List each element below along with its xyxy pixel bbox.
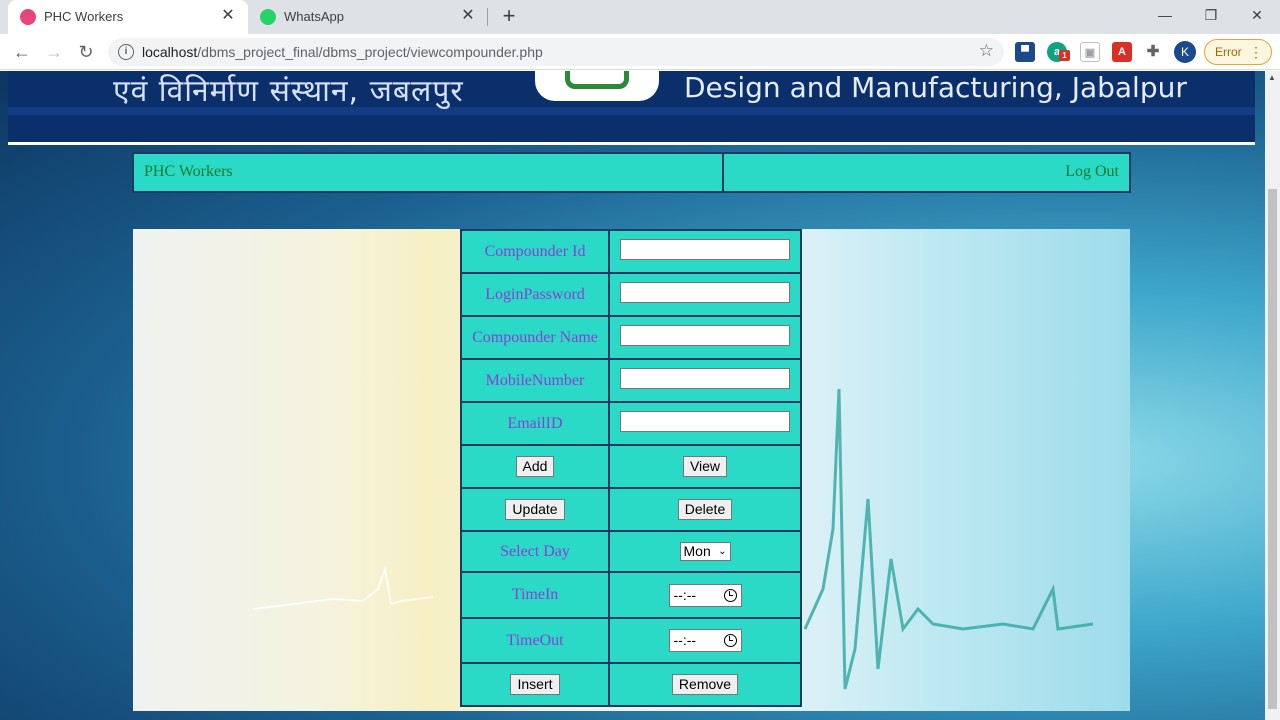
time-in-label: TimeIn bbox=[460, 571, 610, 619]
time-in-value: --:-- bbox=[673, 586, 697, 603]
close-tab-icon[interactable]: ✕ bbox=[458, 6, 478, 26]
time-out-input[interactable]: --:-- bbox=[668, 629, 742, 652]
update-button[interactable]: Update bbox=[505, 499, 565, 520]
view-button[interactable]: View bbox=[682, 456, 728, 477]
reload-button[interactable]: ↻ bbox=[74, 40, 98, 64]
ecg-line-right bbox=[803, 388, 1094, 690]
mobile-number-input[interactable] bbox=[620, 367, 790, 389]
whatsapp-icon bbox=[260, 9, 276, 25]
banner-hindi-text: एवं विनिर्माण संस्थान, जबलपुर bbox=[113, 74, 464, 109]
page-scrollbar[interactable]: ▲ bbox=[1265, 71, 1280, 720]
tab-divider bbox=[487, 8, 488, 26]
logo-mark bbox=[565, 71, 629, 89]
compounder-name-input[interactable] bbox=[620, 324, 790, 346]
extension-page-icon[interactable]: ▣ bbox=[1080, 42, 1100, 62]
logout-link[interactable]: Log Out bbox=[1065, 163, 1119, 180]
tab-title: WhatsApp bbox=[284, 9, 344, 24]
new-tab-button[interactable]: + bbox=[497, 4, 521, 28]
profile-avatar[interactable]: K bbox=[1174, 41, 1196, 63]
back-button[interactable]: ← bbox=[10, 40, 34, 64]
table-row: Compounder Id bbox=[460, 229, 802, 274]
table-row: Add View bbox=[460, 444, 802, 489]
table-row: LoginPassword bbox=[460, 272, 802, 317]
bookmark-star-icon[interactable]: ☆ bbox=[979, 41, 994, 61]
error-label: Error bbox=[1215, 45, 1242, 59]
compounder-id-input[interactable] bbox=[620, 238, 790, 260]
time-out-value: --:-- bbox=[673, 632, 697, 648]
day-select[interactable]: Mon ⌄ bbox=[679, 542, 731, 561]
minimize-button[interactable]: — bbox=[1142, 0, 1188, 30]
url-text: localhost/dbms_project_final/dbms_projec… bbox=[142, 44, 543, 60]
login-password-label: LoginPassword bbox=[460, 272, 610, 317]
table-row: Update Delete bbox=[460, 487, 802, 532]
table-row: TimeOut --:-- bbox=[460, 617, 802, 664]
chevron-down-icon: ⌄ bbox=[718, 546, 727, 557]
extension-badge: 1 bbox=[1059, 50, 1070, 61]
table-row: Insert Remove bbox=[460, 662, 802, 707]
update-error-button[interactable]: Error ⋮ bbox=[1204, 39, 1272, 65]
select-day-label: Select Day bbox=[460, 530, 610, 573]
tab-title: PHC Workers bbox=[44, 9, 124, 24]
tab-phc-workers[interactable]: PHC Workers ✕ bbox=[8, 0, 248, 34]
banner-english-text: Design and Manufacturing, Jabalpur bbox=[684, 71, 1187, 104]
table-row: EmailID bbox=[460, 401, 802, 446]
restore-button[interactable]: ❐ bbox=[1188, 0, 1234, 30]
insert-button[interactable]: Insert bbox=[510, 674, 560, 695]
extension-pdf-icon[interactable]: A bbox=[1112, 42, 1132, 62]
site-info-icon[interactable]: i bbox=[118, 44, 134, 60]
table-row: MobileNumber bbox=[460, 358, 802, 403]
close-window-button[interactable]: ✕ bbox=[1234, 0, 1280, 30]
clock-icon[interactable] bbox=[723, 634, 737, 647]
clock-icon[interactable] bbox=[723, 588, 737, 602]
email-id-input[interactable] bbox=[620, 410, 790, 432]
page-title: PHC Workers bbox=[134, 154, 724, 191]
mobile-number-label: MobileNumber bbox=[460, 358, 610, 403]
url-path: /dbms_project_final/dbms_project/viewcom… bbox=[197, 44, 543, 60]
forward-button[interactable]: → bbox=[42, 40, 66, 64]
tab-whatsapp[interactable]: WhatsApp ✕ bbox=[248, 0, 488, 34]
table-row: TimeIn --:-- bbox=[460, 571, 802, 619]
institute-banner: एवं विनिर्माण संस्थान, जबलपुर Design and… bbox=[8, 71, 1255, 145]
compounder-id-label: Compounder Id bbox=[460, 229, 610, 274]
ecg-line-left bbox=[252, 565, 434, 610]
scrollbar-thumb[interactable] bbox=[1268, 189, 1277, 709]
table-row: Select Day Mon ⌄ bbox=[460, 530, 802, 573]
close-tab-icon[interactable]: ✕ bbox=[218, 6, 238, 26]
add-button[interactable]: Add bbox=[515, 456, 555, 477]
address-bar[interactable]: i localhost/dbms_project_final/dbms_proj… bbox=[108, 38, 1004, 66]
remove-button[interactable]: Remove bbox=[671, 674, 739, 695]
scroll-up-icon[interactable]: ▲ bbox=[1268, 73, 1276, 82]
browser-toolbar: ← → ↻ i localhost/dbms_project_final/dbm… bbox=[0, 34, 1280, 70]
extension-grammar-icon[interactable]: a1 bbox=[1047, 42, 1070, 62]
institute-logo bbox=[535, 71, 659, 101]
compounder-form: Compounder Id LoginPassword Compounder N… bbox=[460, 229, 802, 707]
login-password-input[interactable] bbox=[620, 281, 790, 303]
more-menu-icon: ⋮ bbox=[1249, 44, 1263, 60]
tab-strip: PHC Workers ✕ WhatsApp ✕ + — ❐ ✕ bbox=[0, 0, 1280, 34]
page-header-bar: PHC Workers Log Out bbox=[132, 152, 1131, 193]
email-id-label: EmailID bbox=[460, 401, 610, 446]
table-row: Compounder Name bbox=[460, 315, 802, 360]
time-out-label: TimeOut bbox=[460, 617, 610, 664]
extensions-puzzle-icon[interactable]: ✚ bbox=[1143, 42, 1163, 62]
time-in-input[interactable]: --:-- bbox=[668, 583, 742, 607]
url-host: localhost bbox=[142, 44, 198, 60]
extension-screen-icon[interactable]: ▀ bbox=[1015, 42, 1035, 62]
page-viewport: एवं विनिर्माण संस्थान, जबलपुर Design and… bbox=[0, 71, 1265, 720]
compounder-name-label: Compounder Name bbox=[460, 315, 610, 360]
delete-button[interactable]: Delete bbox=[677, 499, 733, 520]
day-select-value: Mon bbox=[683, 543, 711, 559]
wamp-icon bbox=[20, 9, 36, 25]
